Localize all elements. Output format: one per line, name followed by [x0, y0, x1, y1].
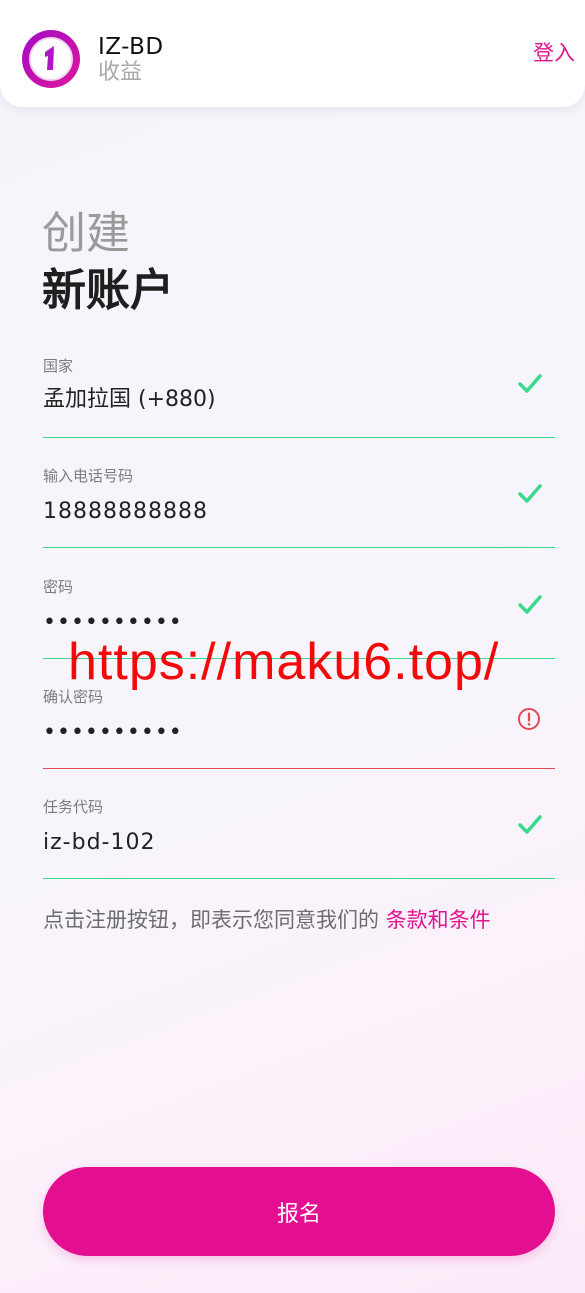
check-icon: [518, 815, 542, 834]
page-title-light: 创建: [42, 208, 130, 259]
terms-text: 点击注册按钮，即表示您同意我们的: [43, 908, 386, 932]
terms-notice: 点击注册按钮，即表示您同意我们的 条款和条件: [43, 906, 491, 934]
watermark-text: https://maku6.top/: [68, 633, 500, 691]
check-icon: [518, 484, 542, 503]
brand-subtitle: 收益: [98, 60, 143, 85]
phone-input[interactable]: [43, 494, 503, 528]
app-header: IZ-BD 收益 登入: [0, 0, 585, 107]
country-field[interactable]: 国家 孟加拉国 (+880): [43, 356, 555, 456]
brand-name: IZ-BD: [98, 34, 164, 60]
confirm-password-input[interactable]: [43, 715, 503, 749]
page-title-bold: 新账户: [42, 265, 174, 316]
country-label: 国家: [43, 357, 74, 375]
login-link[interactable]: 登入: [533, 40, 575, 66]
terms-link[interactable]: 条款和条件: [386, 908, 491, 932]
task-code-underline: [43, 878, 555, 879]
phone-underline: [43, 547, 555, 548]
check-icon: [518, 595, 542, 614]
country-underline: [43, 437, 555, 438]
alert-circle-icon: [518, 708, 540, 730]
phone-field[interactable]: 输入电话号码: [43, 466, 555, 566]
confirm-password-field[interactable]: 确认密码: [43, 687, 555, 787]
check-icon: [518, 374, 542, 393]
task-code-input[interactable]: [43, 825, 503, 859]
phone-label: 输入电话号码: [43, 467, 134, 485]
task-code-field[interactable]: 任务代码: [43, 797, 555, 897]
confirm-password-underline: [43, 768, 555, 769]
task-code-label: 任务代码: [43, 798, 104, 816]
password-label: 密码: [43, 578, 74, 596]
logo-icon: [22, 30, 80, 88]
signup-button[interactable]: 报名: [43, 1167, 555, 1256]
country-select-value[interactable]: 孟加拉国 (+880): [43, 386, 216, 414]
